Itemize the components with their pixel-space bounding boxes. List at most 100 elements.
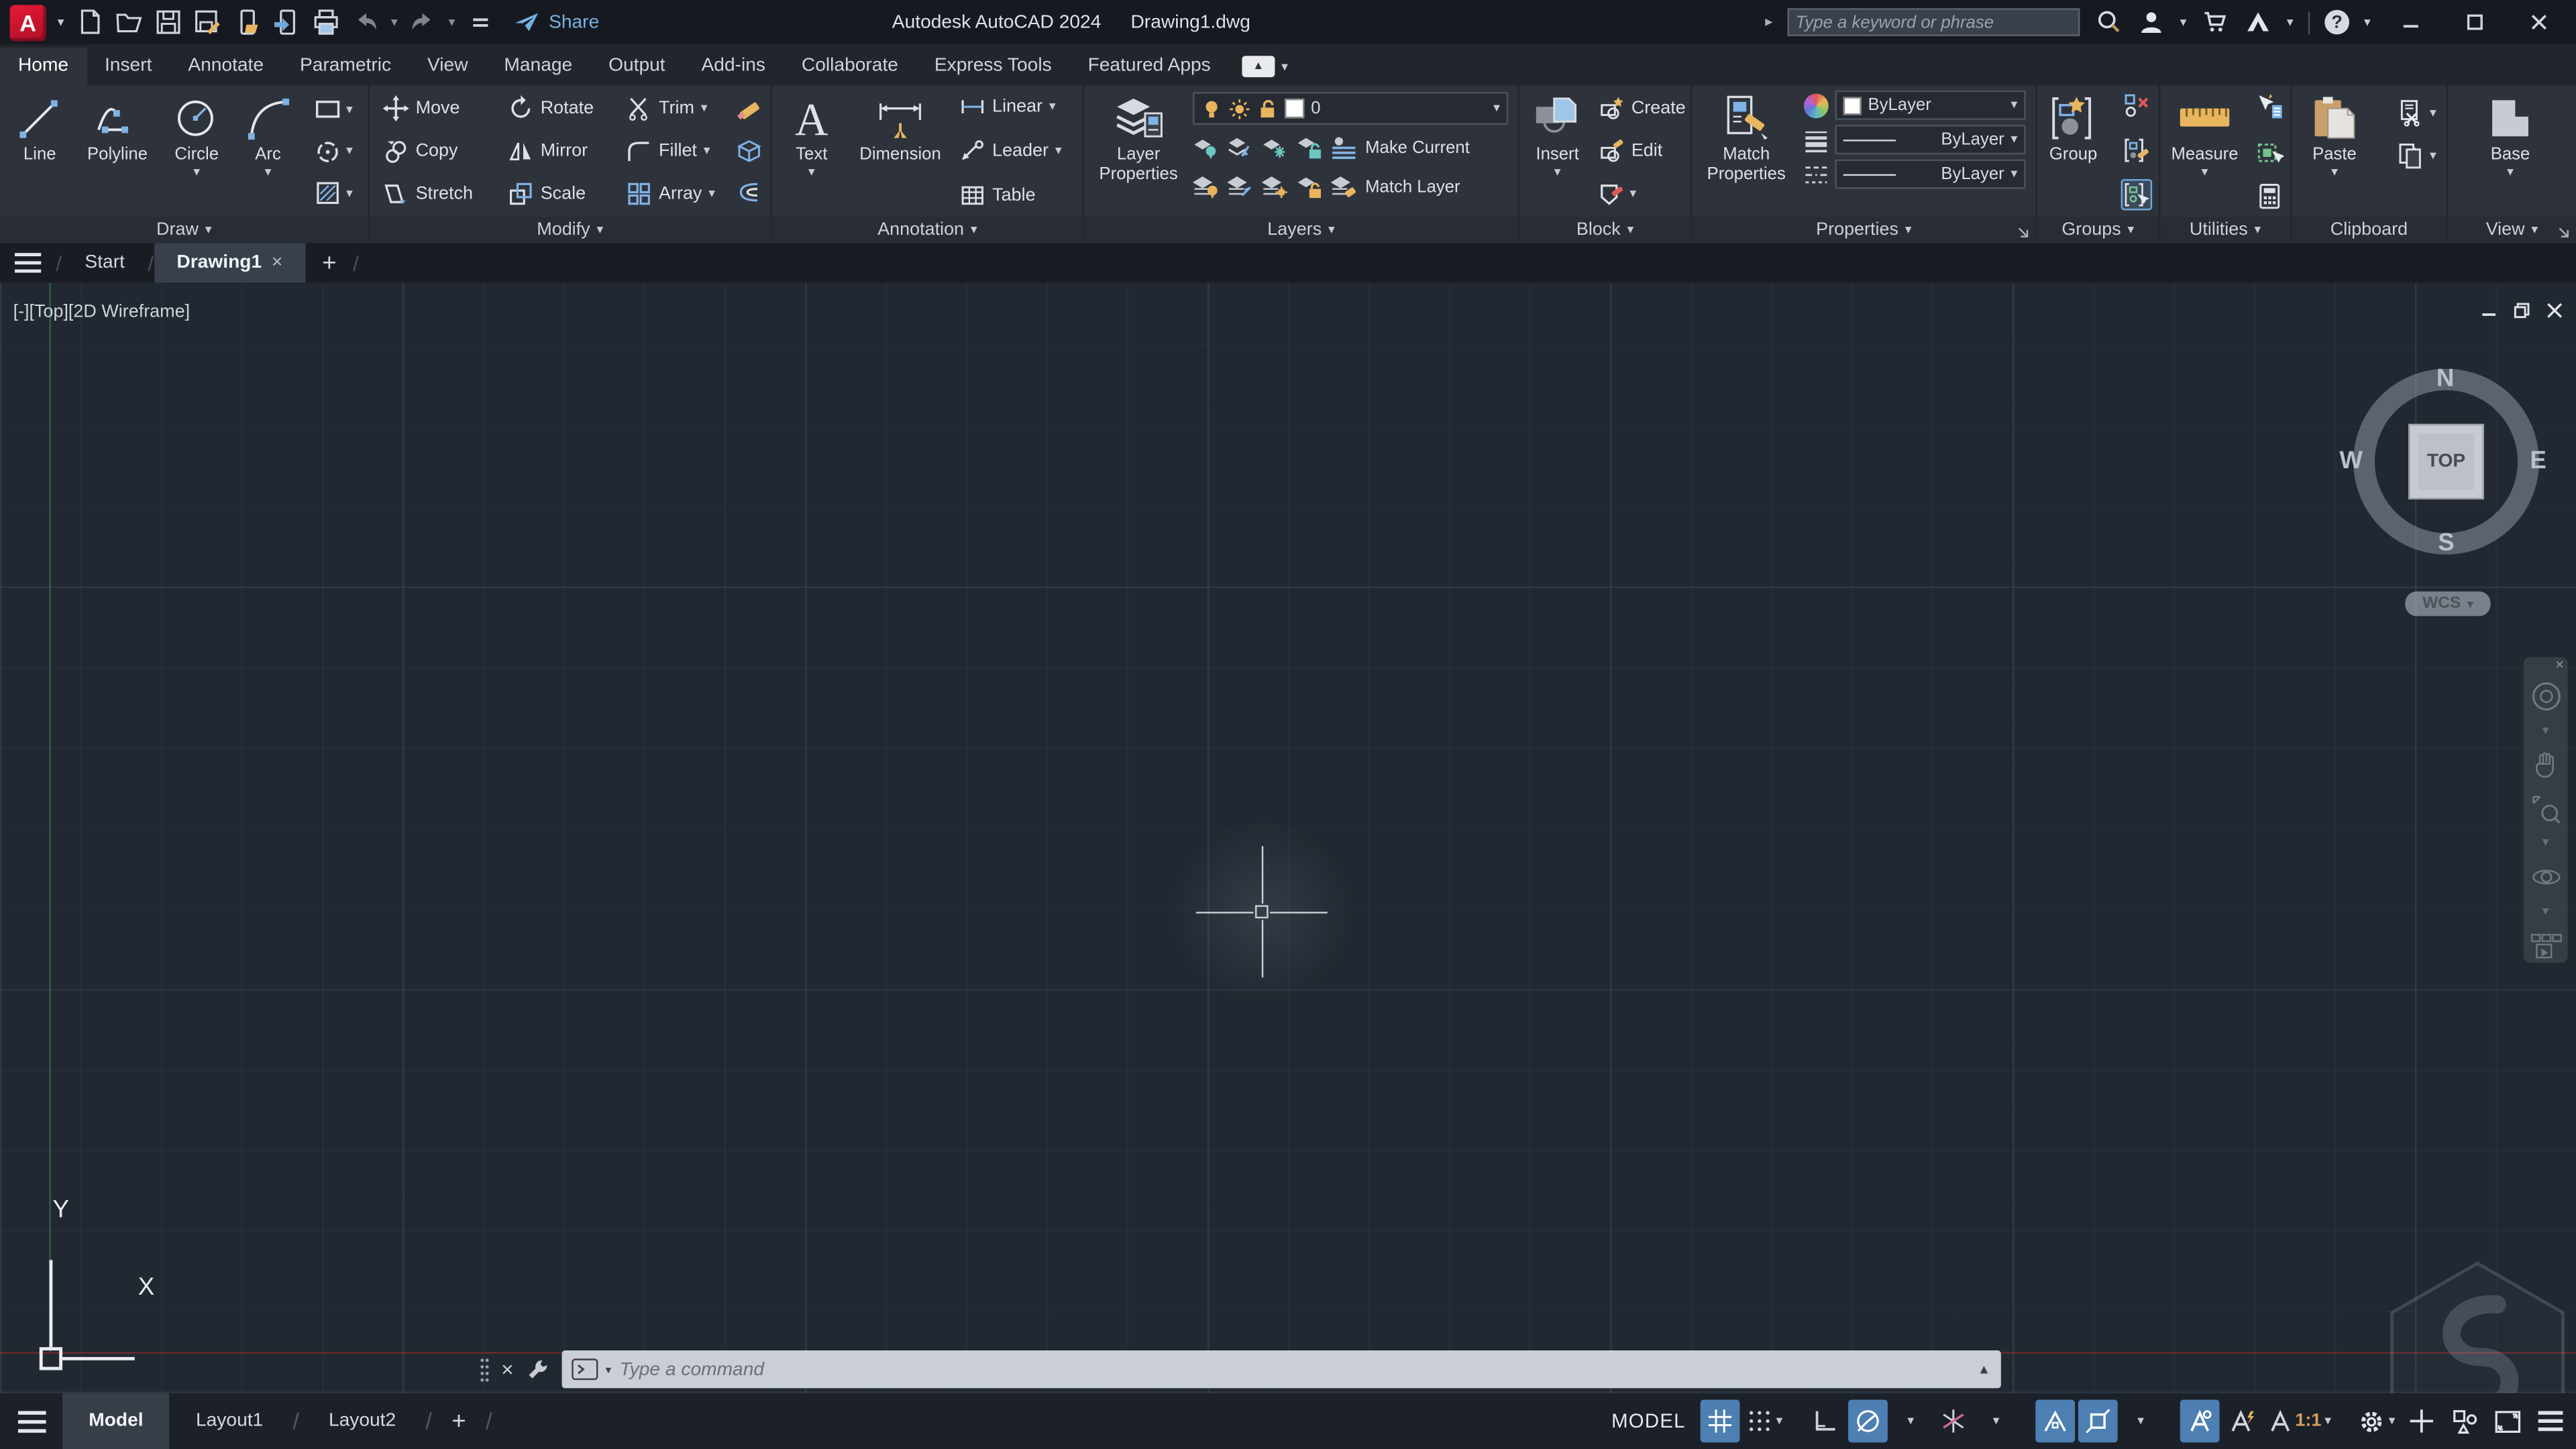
command-close-icon[interactable]: × bbox=[501, 1357, 514, 1382]
annotation-scale-caret-icon[interactable]: ▾ bbox=[2324, 1413, 2331, 1428]
stretch-button[interactable]: Stretch bbox=[383, 180, 473, 207]
workspace-switching-button[interactable]: ▾ bbox=[2354, 1400, 2398, 1443]
command-input[interactable] bbox=[619, 1359, 1970, 1379]
command-grip-icon[interactable] bbox=[480, 1356, 490, 1383]
object-snap-tracking-toggle[interactable] bbox=[2035, 1399, 2076, 1443]
polar-caret-button[interactable]: ▾ bbox=[1891, 1400, 1931, 1443]
make-current-icon[interactable] bbox=[1331, 135, 1357, 161]
viewcube-west[interactable]: W bbox=[2339, 447, 2363, 475]
array-button[interactable]: Array ▾ bbox=[626, 180, 715, 207]
autodesk-caret-icon[interactable]: ▾ bbox=[2287, 15, 2294, 29]
save-as-icon[interactable] bbox=[194, 8, 222, 36]
ellipse-tool[interactable]: ▾ bbox=[313, 137, 353, 165]
cut-tool[interactable]: ▾ bbox=[2397, 99, 2436, 127]
orbit-caret-icon[interactable]: ▾ bbox=[2542, 905, 2549, 919]
zoom-icon[interactable] bbox=[2529, 793, 2562, 825]
window-close-button[interactable] bbox=[2514, 0, 2563, 44]
qat-customize-icon[interactable] bbox=[467, 8, 495, 36]
group-button[interactable]: Group bbox=[2039, 85, 2108, 217]
show-motion-icon[interactable] bbox=[2529, 930, 2562, 963]
modify-panel-label[interactable]: Modify ▾ bbox=[370, 217, 771, 244]
tab-manage[interactable]: Manage bbox=[486, 48, 590, 85]
layer-unisolate-icon[interactable] bbox=[1227, 174, 1253, 201]
base-caret-icon[interactable]: ▾ bbox=[2507, 165, 2514, 180]
layer-unlock-icon[interactable] bbox=[1256, 98, 1278, 119]
viewcube-north[interactable]: N bbox=[2436, 365, 2455, 393]
measure-button[interactable]: Measure ▾ bbox=[2163, 85, 2245, 217]
tab-layout1[interactable]: Layout1 bbox=[170, 1393, 290, 1449]
tab-view[interactable]: View bbox=[409, 48, 486, 85]
tab-parametric[interactable]: Parametric bbox=[282, 48, 409, 85]
match-properties-button[interactable]: Match Properties bbox=[1699, 85, 1794, 217]
scale-button[interactable]: Scale bbox=[508, 180, 586, 207]
snap-caret-icon[interactable]: ▾ bbox=[1776, 1413, 1782, 1428]
groups-panel-label[interactable]: Groups ▾ bbox=[2037, 217, 2159, 244]
new-file-icon[interactable] bbox=[76, 8, 104, 36]
command-customize-wrench-icon[interactable] bbox=[525, 1357, 550, 1382]
snap-mode-toggle[interactable]: ▾ bbox=[1743, 1400, 1786, 1443]
erase-icon[interactable] bbox=[735, 95, 764, 125]
wcs-dropdown[interactable]: WCS ▾ bbox=[2405, 591, 2491, 616]
plot-icon[interactable] bbox=[312, 8, 340, 36]
viewport-close-icon[interactable] bbox=[2546, 303, 2563, 319]
tab-drawing1[interactable]: Drawing1 × bbox=[154, 243, 306, 283]
account-icon[interactable] bbox=[2137, 8, 2165, 36]
group-edit-icon[interactable] bbox=[2123, 136, 2151, 164]
layer-freeze-icon[interactable] bbox=[1262, 135, 1288, 161]
redo-caret-icon[interactable]: ▾ bbox=[449, 15, 455, 29]
measure-caret-icon[interactable]: ▾ bbox=[2202, 165, 2208, 180]
customization-button[interactable] bbox=[2530, 1400, 2569, 1443]
explode-icon[interactable] bbox=[735, 136, 764, 166]
undo-icon[interactable] bbox=[352, 8, 380, 36]
new-drawing-tab-button[interactable]: + bbox=[306, 243, 353, 282]
layer-lock-icon[interactable] bbox=[1296, 135, 1322, 161]
insert-block-button[interactable]: Insert ▾ bbox=[1523, 85, 1592, 217]
insert-caret-icon[interactable]: ▾ bbox=[1554, 165, 1561, 180]
window-maximize-button[interactable] bbox=[2449, 0, 2498, 44]
offset-icon[interactable] bbox=[735, 177, 764, 207]
isometric-drafting-toggle[interactable] bbox=[1934, 1400, 1974, 1443]
layer-properties-button[interactable]: Layer Properties bbox=[1091, 85, 1186, 217]
view-panel-label[interactable]: View ▾ bbox=[2447, 217, 2576, 244]
account-caret-icon[interactable]: ▾ bbox=[2180, 15, 2187, 29]
block-panel-label[interactable]: Block ▾ bbox=[1519, 217, 1691, 244]
polar-tracking-toggle[interactable] bbox=[1848, 1399, 1888, 1443]
grid-display-toggle[interactable] bbox=[1700, 1399, 1740, 1443]
layer-off-icon[interactable] bbox=[1193, 135, 1219, 161]
annotation-monitor-button[interactable] bbox=[2402, 1400, 2441, 1443]
polyline-button[interactable]: Polyline bbox=[78, 85, 157, 217]
search-expand-icon[interactable]: ▸ bbox=[1765, 13, 1772, 32]
ribbon-collapse-button[interactable]: ▲ bbox=[1242, 56, 1275, 78]
arc-caret-icon[interactable]: ▾ bbox=[265, 165, 272, 180]
layer-isolate-icon[interactable] bbox=[1227, 135, 1253, 161]
clean-screen-button[interactable] bbox=[2487, 1400, 2527, 1443]
properties-panel-launcher-icon[interactable] bbox=[2017, 227, 2031, 240]
workspace-caret-icon[interactable]: ▾ bbox=[2389, 1413, 2396, 1428]
linear-dimension-button[interactable]: Linear ▾ bbox=[959, 94, 1073, 120]
drawing-canvas[interactable]: [-][Top][2D Wireframe] N W E S TOP WCS ▾ … bbox=[0, 282, 2576, 1393]
command-bar[interactable]: ▾ ▲ bbox=[561, 1350, 2000, 1389]
osnap-caret-button[interactable]: ▾ bbox=[2121, 1400, 2161, 1443]
command-prompt-icon[interactable] bbox=[571, 1358, 598, 1381]
circle-button[interactable]: Circle ▾ bbox=[160, 85, 233, 217]
navigation-wheel-caret-icon[interactable]: ▾ bbox=[2542, 723, 2549, 738]
dimension-button[interactable]: Dimension bbox=[851, 85, 950, 217]
arc-button[interactable]: Arc ▾ bbox=[236, 85, 299, 217]
window-minimize-button[interactable] bbox=[2385, 0, 2434, 44]
text-caret-icon[interactable]: ▾ bbox=[808, 165, 815, 180]
isodraft-caret-button[interactable]: ▾ bbox=[1976, 1400, 2016, 1443]
tab-addins[interactable]: Add-ins bbox=[684, 48, 784, 85]
navbar-close-icon[interactable]: ✕ bbox=[2555, 659, 2564, 672]
app-store-cart-icon[interactable] bbox=[2202, 8, 2230, 36]
save-icon[interactable] bbox=[154, 8, 182, 36]
ribbon-collapse-caret-icon[interactable]: ▾ bbox=[1281, 59, 1288, 73]
lineweight-dropdown[interactable]: ByLayer ▾ bbox=[1835, 125, 2026, 155]
application-menu-button[interactable]: A bbox=[9, 4, 46, 41]
text-button[interactable]: A Text ▾ bbox=[779, 85, 845, 217]
tab-insert[interactable]: Insert bbox=[87, 48, 170, 85]
layout-menu-button[interactable] bbox=[0, 1409, 62, 1434]
tab-featured-apps[interactable]: Featured Apps bbox=[1070, 48, 1229, 85]
share-button[interactable]: Share bbox=[513, 8, 599, 36]
hatch-tool[interactable]: ▾ bbox=[313, 179, 353, 207]
new-layout-button[interactable]: + bbox=[435, 1407, 482, 1436]
